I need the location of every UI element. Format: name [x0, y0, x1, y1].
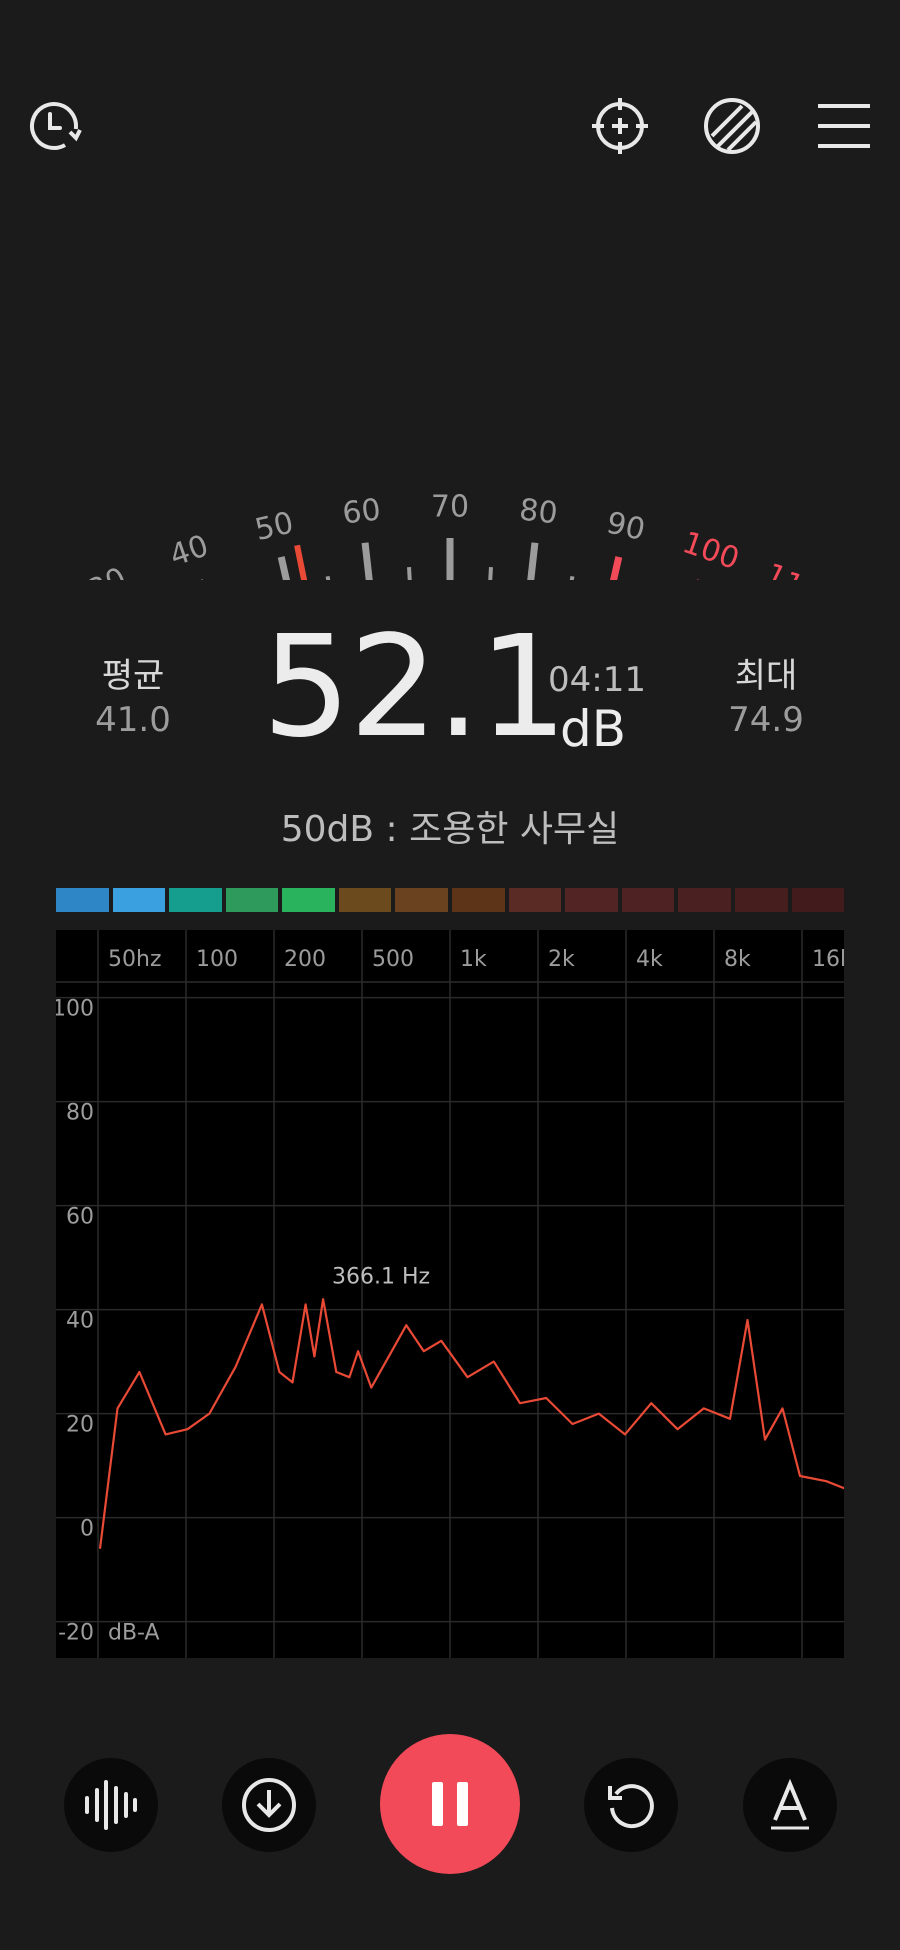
max-label: 최대	[734, 656, 798, 696]
x-tick-label: 4k	[636, 947, 663, 972]
gauge-tick-label: 60	[341, 492, 383, 531]
level-segment	[565, 888, 618, 912]
level-segment	[452, 888, 505, 912]
gauge-tick	[361, 542, 373, 580]
x-tick-label: 1k	[460, 947, 487, 972]
current-db-value: 52.1	[262, 606, 568, 769]
save-button[interactable]	[222, 1758, 316, 1852]
gauge-tick-label: 90	[603, 505, 648, 548]
x-tick-label: 500	[372, 947, 414, 972]
theme-button[interactable]	[696, 90, 768, 162]
level-segment	[508, 888, 562, 912]
level-segment	[678, 888, 731, 912]
reset-icon	[608, 1784, 654, 1829]
y-tick-label: 40	[66, 1309, 94, 1334]
peak-frequency-annotation: 366.1 Hz	[332, 1265, 430, 1290]
x-tick-label: 50hz	[108, 947, 162, 972]
gauge-tick-label: 70	[431, 490, 469, 525]
reset-button[interactable]	[584, 1758, 678, 1852]
pause-icon	[432, 1782, 468, 1826]
x-tick-label: 2k	[548, 947, 575, 972]
level-segment	[395, 888, 449, 912]
level-color-bar	[56, 888, 845, 912]
level-segment	[56, 888, 109, 912]
average-label: 평균	[101, 656, 165, 696]
sound-level-gauge: 2030405060708090100110120최소27피크74	[83, 490, 826, 580]
average-value: 41.0	[95, 700, 171, 740]
calibrate-button[interactable]	[584, 90, 656, 162]
y-tick-label: 60	[66, 1205, 94, 1230]
gauge-tick	[488, 567, 493, 580]
y-tick-label: 0	[80, 1517, 94, 1542]
max-value: 74.9	[728, 700, 804, 740]
history-button[interactable]	[20, 90, 92, 162]
noise-description: 50dB : 조용한 사무실	[280, 809, 620, 850]
pause-button[interactable]	[380, 1734, 520, 1874]
level-segment	[791, 888, 845, 912]
unit-label: dB	[560, 700, 627, 758]
x-tick-label: 200	[284, 947, 326, 972]
elapsed-time: 04:11	[548, 660, 646, 700]
gauge-tick-label: 50	[252, 505, 297, 548]
download-icon	[242, 1778, 296, 1832]
gauge-tick	[325, 575, 331, 580]
gauge-tick	[527, 542, 539, 580]
level-segment	[169, 888, 222, 912]
gauge-tick-label: 40	[165, 528, 213, 574]
y-tick-label: 20	[66, 1413, 94, 1438]
y-tick-label: 100	[56, 997, 94, 1022]
x-tick-label: 8k	[724, 947, 751, 972]
y-axis-label: dB-A	[108, 1621, 160, 1646]
menu-button[interactable]	[808, 90, 880, 162]
crosshair-icon	[592, 98, 648, 154]
y-tick-label: -20	[58, 1621, 94, 1646]
x-tick-label: 16k	[812, 947, 844, 972]
weighting-button[interactable]	[743, 1758, 837, 1852]
level-segment	[621, 888, 675, 912]
gauge-tick	[407, 567, 412, 580]
gauge-tick	[277, 556, 291, 580]
frequency-spectrum-chart: 100806040200-2050hz1002005001k2k4k8k16kd…	[56, 930, 844, 1658]
x-tick-label: 100	[196, 947, 238, 972]
history-clock-icon	[29, 102, 82, 150]
gauge-needle	[294, 544, 308, 580]
waveform-icon	[85, 1780, 137, 1830]
gauge-tick-label: 80	[517, 492, 559, 531]
a-weighting-icon	[771, 1778, 809, 1830]
gauge-tick	[569, 575, 575, 580]
hamburger-menu-icon	[818, 104, 870, 148]
gauge-tick	[609, 556, 623, 580]
level-segment	[112, 888, 166, 912]
y-tick-label: 80	[66, 1101, 94, 1126]
level-segment	[734, 888, 788, 912]
level-segment	[338, 888, 392, 912]
contrast-icon	[704, 98, 760, 154]
gauge-tick-label: 110	[759, 557, 826, 580]
level-segment	[225, 888, 279, 912]
waveform-button[interactable]	[64, 1758, 158, 1852]
level-segment	[282, 888, 335, 912]
gauge-tick-label: 30	[83, 561, 133, 580]
gauge-tick-label: 100	[678, 525, 744, 577]
